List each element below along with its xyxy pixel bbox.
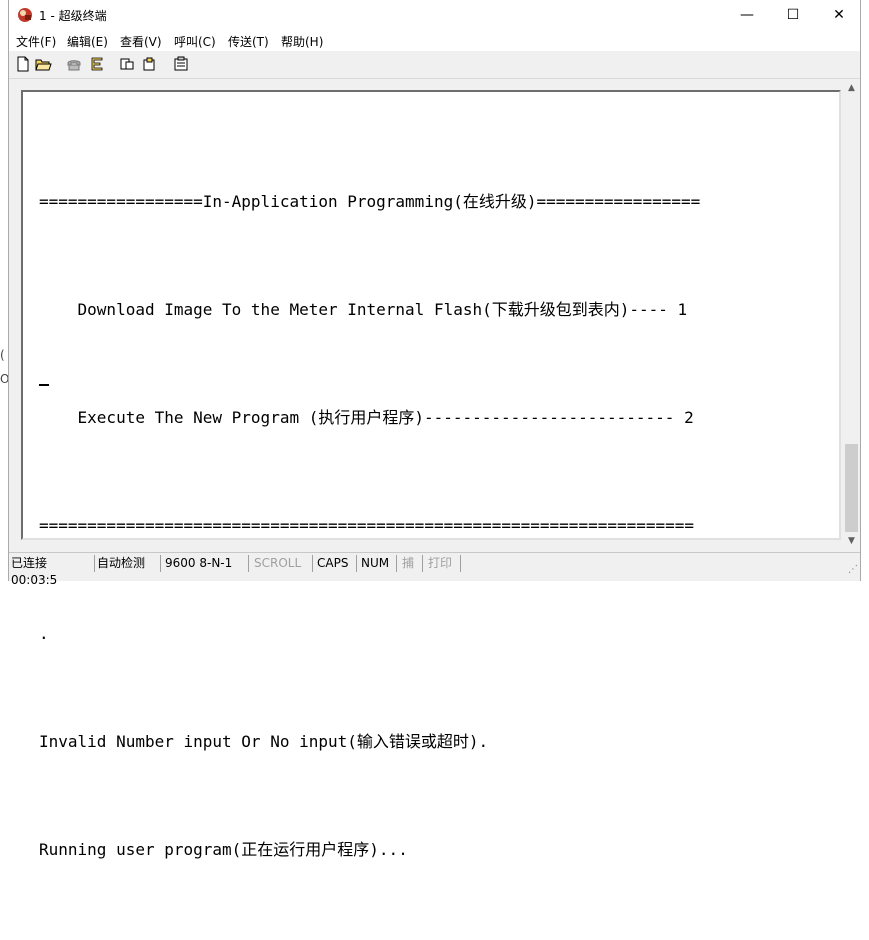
send-icon[interactable] xyxy=(118,55,136,73)
status-print: 打印 xyxy=(423,555,461,572)
scroll-up-arrow-icon[interactable]: ▲ xyxy=(843,80,860,97)
menu-transfer[interactable]: 传送(T) xyxy=(228,33,269,50)
terminal-area[interactable]: =================In-Application Programm… xyxy=(21,90,841,859)
menu-view[interactable]: 查看(V) xyxy=(120,33,162,50)
title-bar[interactable]: 1 - 超级终端 — ☐ ✕ xyxy=(9,0,860,30)
status-capture: 捕 xyxy=(397,555,423,572)
terminal-line: =================In-Application Programm… xyxy=(39,192,701,211)
hyperterminal-window: 1 - 超级终端 — ☐ ✕ 文件(F) 编辑(E) 查看(V) 呼叫(C) 传… xyxy=(8,0,861,859)
new-file-icon[interactable] xyxy=(14,55,32,73)
status-num: NUM xyxy=(357,555,397,572)
status-bar: 已连接 00:03:5 自动检测 9600 8-N-1 SCROLL CAPS … xyxy=(9,552,860,587)
status-detect: 自动检测 xyxy=(95,555,161,572)
receive-icon[interactable] xyxy=(140,55,158,73)
open-folder-icon[interactable] xyxy=(34,55,52,73)
menu-edit[interactable]: 编辑(E) xyxy=(67,33,108,50)
terminal-line: ========================================… xyxy=(39,516,695,535)
phone-icon[interactable] xyxy=(65,55,83,73)
toolbar xyxy=(9,51,860,79)
terminal-line: Execute The New Program (执行用户程序)--------… xyxy=(39,408,694,427)
properties-icon[interactable] xyxy=(172,55,190,73)
maximize-button[interactable]: ☐ xyxy=(770,0,816,30)
terminal-line: Download Image To the Meter Internal Fla… xyxy=(39,300,688,319)
minimize-button[interactable]: — xyxy=(724,0,770,30)
menu-file[interactable]: 文件(F) xyxy=(16,33,56,50)
scrollbar-thumb[interactable] xyxy=(845,444,858,532)
background-window-fragment: O xyxy=(0,372,10,386)
terminal-output: =================In-Application Programm… xyxy=(39,112,839,940)
status-connected-time: 已连接 00:03:5 xyxy=(9,555,95,587)
status-caps: CAPS xyxy=(313,555,357,572)
terminal-line: Running user program(正在运行用户程序)... xyxy=(39,840,408,859)
status-baud: 9600 8-N-1 xyxy=(161,555,249,572)
scroll-down-arrow-icon[interactable]: ▼ xyxy=(843,533,860,550)
disconnect-icon[interactable] xyxy=(88,55,106,73)
close-button[interactable]: ✕ xyxy=(816,0,862,30)
menu-call[interactable]: 呼叫(C) xyxy=(174,33,216,50)
menu-bar: 文件(F) 编辑(E) 查看(V) 呼叫(C) 传送(T) 帮助(H) xyxy=(9,30,860,51)
status-scroll: SCROLL xyxy=(249,555,313,572)
vertical-scrollbar[interactable]: ▲ ▼ xyxy=(843,80,860,550)
terminal-line: Invalid Number input Or No input(输入错误或超时… xyxy=(39,732,489,751)
window-title: 1 - 超级终端 xyxy=(39,9,107,23)
menu-help[interactable]: 帮助(H) xyxy=(281,33,323,50)
terminal-line: . xyxy=(39,624,49,643)
hyperterminal-icon xyxy=(18,8,32,22)
background-window-fragment: ( xyxy=(0,348,5,362)
resize-grip-icon[interactable]: ⋰ xyxy=(848,564,858,575)
text-cursor xyxy=(39,384,49,386)
